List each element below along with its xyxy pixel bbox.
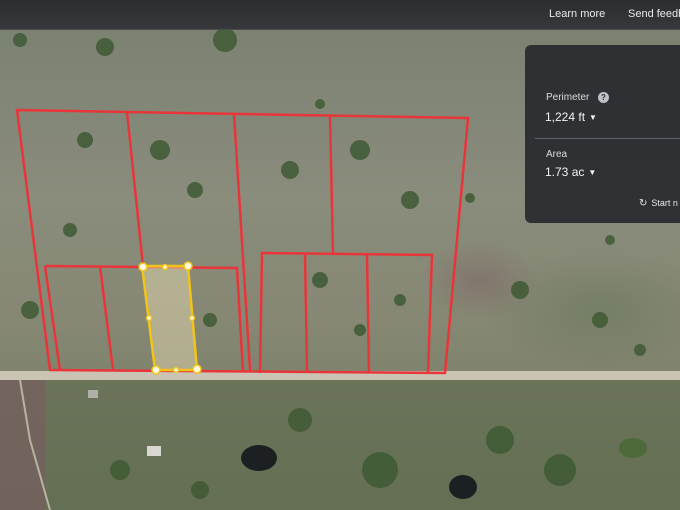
vertex-handle[interactable] bbox=[151, 365, 161, 375]
pond bbox=[449, 475, 477, 499]
restart-label: Start n bbox=[651, 198, 678, 208]
caret-down-icon: ▼ bbox=[589, 113, 597, 122]
perimeter-label: Perimeter bbox=[546, 92, 590, 103]
parcel-line bbox=[98, 265, 115, 371]
parcel-line bbox=[365, 253, 371, 373]
top-banner: Learn more Send feedba bbox=[0, 0, 680, 30]
parcel-line bbox=[125, 111, 145, 267]
learn-more-link[interactable]: Learn more bbox=[549, 8, 605, 20]
restart-button[interactable]: ↻ Start n bbox=[639, 198, 678, 209]
lower-terrain bbox=[0, 380, 680, 510]
perimeter-value-dropdown[interactable]: 1,224 ft ▼ bbox=[545, 110, 597, 124]
parcel-line bbox=[232, 113, 252, 371]
midpoint-handle[interactable] bbox=[172, 366, 180, 374]
restart-icon: ↻ bbox=[639, 198, 648, 209]
measure-distance-panel: Perimeter ? 1,224 ft ▼ Area 1.73 ac ▼ ↻ Sta… bbox=[525, 45, 680, 223]
pond bbox=[241, 445, 277, 471]
help-circle-icon[interactable]: ? bbox=[598, 92, 609, 103]
parcel-line bbox=[328, 115, 335, 254]
building bbox=[88, 390, 98, 398]
area-value-dropdown[interactable]: 1.73 ac ▼ bbox=[545, 165, 596, 179]
vertex-handle[interactable] bbox=[183, 261, 193, 271]
midpoint-handle[interactable] bbox=[145, 314, 153, 322]
parcel-line bbox=[303, 253, 309, 373]
building bbox=[147, 446, 161, 456]
vertex-handle[interactable] bbox=[192, 364, 202, 374]
perimeter-value: 1,224 ft bbox=[545, 110, 586, 124]
midpoint-handle[interactable] bbox=[188, 314, 196, 322]
divider bbox=[535, 138, 680, 139]
send-feedback-link[interactable]: Send feedba bbox=[628, 8, 680, 20]
parcel-outlines bbox=[15, 108, 470, 375]
caret-down-icon: ▼ bbox=[588, 168, 597, 177]
midpoint-handle[interactable] bbox=[161, 263, 169, 271]
vertex-handle[interactable] bbox=[138, 262, 148, 272]
pond bbox=[619, 438, 647, 458]
area-value: 1.73 ac bbox=[545, 165, 585, 179]
parcel-line bbox=[258, 251, 434, 374]
area-label: Area bbox=[546, 149, 568, 160]
